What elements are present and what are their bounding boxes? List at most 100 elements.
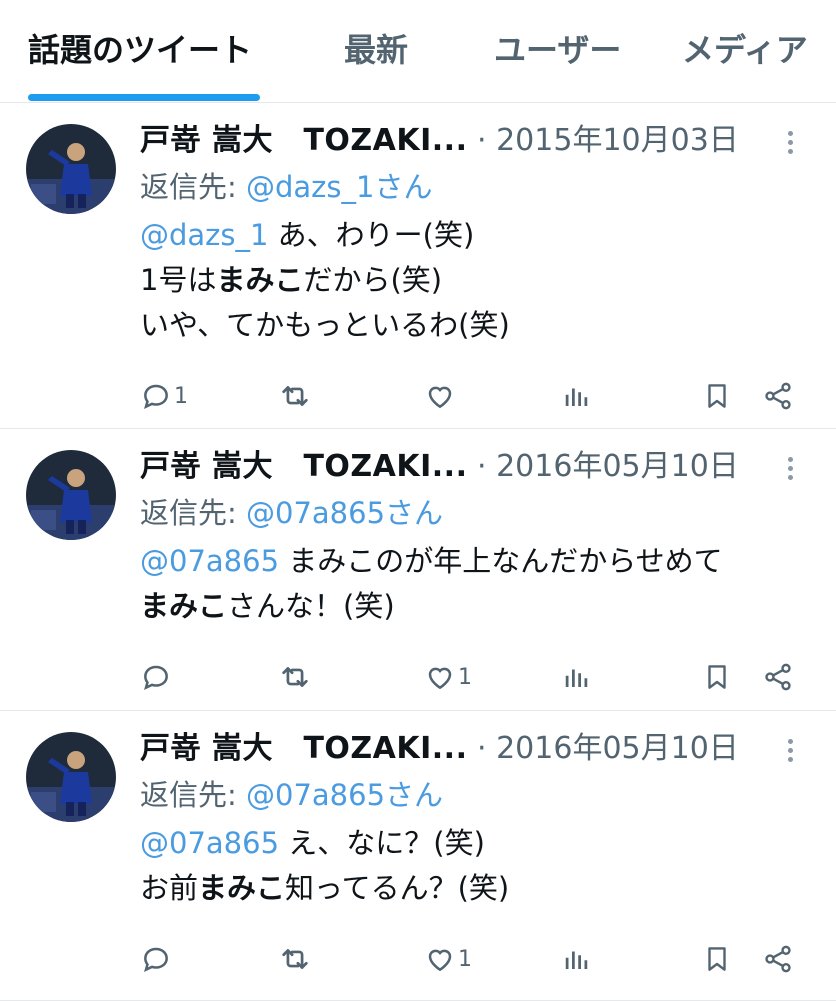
mention-link[interactable]: @07a865 — [140, 826, 279, 860]
bookmark-icon — [702, 661, 732, 693]
retweet-button[interactable] — [278, 376, 312, 416]
more-icon[interactable] — [770, 116, 810, 166]
share-button[interactable] — [762, 939, 794, 979]
replying-to: 返信先: @07a865さん — [140, 772, 443, 818]
tweet-header: 戸嵜 嵩大 TOZAKI... · 2016年05月10日 — [140, 442, 760, 492]
avatar[interactable] — [26, 450, 116, 540]
replying-to: 返信先: @07a865さん — [140, 490, 443, 536]
more-icon[interactable] — [770, 442, 810, 492]
tweet-text: え、なに？(笑) — [279, 826, 485, 860]
separator: · — [467, 123, 497, 158]
tweet-date[interactable]: 2016年05月10日 — [496, 449, 739, 484]
tweet-actions: 1 — [0, 939, 836, 979]
tab-top-tweets[interactable]: 話題のツイート — [28, 28, 252, 72]
avatar[interactable] — [26, 732, 116, 822]
views-button[interactable] — [562, 376, 592, 416]
like-count: 1 — [458, 946, 472, 972]
tweet-text: まみこのが年上なんだからせめて — [279, 544, 723, 578]
views-button[interactable] — [562, 939, 592, 979]
tweet-text: 1号は — [140, 263, 217, 297]
like-button[interactable] — [424, 376, 458, 416]
retweet-button[interactable] — [278, 939, 312, 979]
reply-to-link[interactable]: @07a865さん — [246, 778, 443, 812]
reply-count: 1 — [174, 383, 188, 409]
share-icon — [762, 943, 794, 975]
replying-to: 返信先: @dazs_1さん — [140, 164, 432, 210]
tweet-text-line: @dazs_1 あ、わりー(笑) — [140, 213, 820, 258]
reply-icon — [140, 943, 172, 975]
reply-to-link[interactable]: @07a865さん — [246, 496, 443, 530]
tweet-body: @07a865 まみこのが年上なんだからせめて まみこさんな！(笑) — [140, 539, 820, 629]
views-button[interactable] — [562, 657, 592, 697]
tweet-text: あ、わりー(笑) — [268, 218, 475, 252]
share-icon — [762, 380, 794, 412]
separator: · — [467, 731, 497, 766]
more-icon[interactable] — [770, 724, 810, 774]
reply-icon — [140, 380, 172, 412]
mention-link[interactable]: @dazs_1 — [140, 218, 268, 252]
author-name[interactable]: 戸嵜 嵩大 TOZAKI... — [140, 731, 467, 766]
search-tabs: 話題のツイート 最新 ユーザー メディア — [0, 0, 836, 103]
highlighted-keyword: まみこ — [140, 589, 228, 623]
tweet-header: 戸嵜 嵩大 TOZAKI... · 2016年05月10日 — [140, 724, 760, 774]
author-name[interactable]: 戸嵜 嵩大 TOZAKI... — [140, 123, 467, 158]
tweet-text: さんな！(笑) — [227, 589, 395, 623]
tab-latest[interactable]: 最新 — [344, 28, 408, 72]
like-icon — [424, 380, 456, 412]
reply-button[interactable]: 1 — [140, 376, 188, 416]
separator: · — [467, 449, 497, 484]
active-tab-indicator — [28, 94, 260, 101]
bookmark-icon — [702, 943, 732, 975]
bookmark-button[interactable] — [702, 939, 732, 979]
reply-button[interactable] — [140, 939, 174, 979]
like-count: 1 — [458, 664, 472, 690]
like-icon — [424, 661, 456, 693]
tweet-actions: 1 — [0, 376, 836, 416]
tweet-body: @dazs_1 あ、わりー(笑) 1号はまみこだから(笑) いや、てかもっといるわ(… — [140, 213, 820, 348]
tweet-text-line: @07a865 まみこのが年上なんだからせめて — [140, 539, 820, 584]
retweet-icon — [278, 660, 312, 694]
tweet-text-line: 1号はまみこだから(笑) — [140, 258, 820, 303]
tweet[interactable]: 戸嵜 嵩大 TOZAKI... · 2016年05月10日 返信先: @07a86… — [0, 428, 836, 711]
tweet[interactable]: 戸嵜 嵩大 TOZAKI... · 2015年10月03日 返信先: @dazs_… — [0, 102, 836, 429]
like-button[interactable]: 1 — [424, 939, 472, 979]
tweet-text: だから(笑) — [303, 263, 443, 297]
tab-users[interactable]: ユーザー — [494, 28, 621, 72]
avatar[interactable] — [26, 124, 116, 214]
tweet-text-line: いや、てかもっといるわ(笑) — [140, 303, 820, 348]
retweet-icon — [278, 942, 312, 976]
share-button[interactable] — [762, 376, 794, 416]
tweet-text: 知ってるん？(笑) — [285, 871, 510, 905]
tweet-body: @07a865 え、なに？(笑) お前まみこ知ってるん？(笑) — [140, 821, 820, 911]
reply-button[interactable] — [140, 657, 174, 697]
reply-prefix: 返信先: — [140, 170, 246, 204]
tweet-text: お前 — [140, 871, 199, 905]
author-name[interactable]: 戸嵜 嵩大 TOZAKI... — [140, 449, 467, 484]
share-icon — [762, 661, 794, 693]
reply-prefix: 返信先: — [140, 778, 246, 812]
like-button[interactable]: 1 — [424, 657, 472, 697]
tweet-text: いや、てかもっといるわ(笑) — [140, 308, 510, 342]
tweet-text-line: まみこさんな！(笑) — [140, 584, 820, 629]
tweet-header: 戸嵜 嵩大 TOZAKI... · 2015年10月03日 — [140, 116, 760, 166]
tweet-text-line: お前まみこ知ってるん？(笑) — [140, 866, 820, 911]
tweet-date[interactable]: 2016年05月10日 — [496, 731, 739, 766]
tweet-actions: 1 — [0, 657, 836, 697]
tweet-date[interactable]: 2015年10月03日 — [496, 123, 739, 158]
mention-link[interactable]: @07a865 — [140, 544, 279, 578]
views-icon — [562, 944, 592, 974]
tab-media[interactable]: メディア — [682, 28, 808, 72]
bookmark-button[interactable] — [702, 657, 732, 697]
retweet-button[interactable] — [278, 657, 312, 697]
bookmark-icon — [702, 380, 732, 412]
tweet-text-line: @07a865 え、なに？(笑) — [140, 821, 820, 866]
like-icon — [424, 943, 456, 975]
reply-to-link[interactable]: @dazs_1さん — [246, 170, 432, 204]
share-button[interactable] — [762, 657, 794, 697]
retweet-icon — [278, 379, 312, 413]
views-icon — [562, 381, 592, 411]
bookmark-button[interactable] — [702, 376, 732, 416]
tweet[interactable]: 戸嵜 嵩大 TOZAKI... · 2016年05月10日 返信先: @07a86… — [0, 710, 836, 1001]
highlighted-keyword: まみこ — [198, 871, 286, 905]
highlighted-keyword: まみこ — [216, 263, 304, 297]
